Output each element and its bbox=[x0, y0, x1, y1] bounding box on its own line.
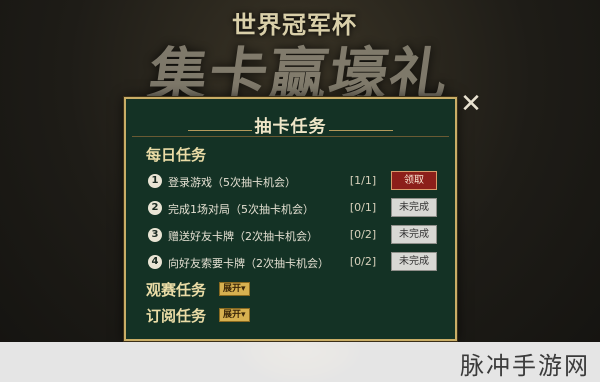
header-divider bbox=[132, 136, 449, 137]
task-row: 4 向好友索要卡牌（2次抽卡机会） [0/2] 未完成 bbox=[148, 252, 438, 272]
incomplete-button[interactable]: 未完成 bbox=[391, 252, 437, 271]
task-description: 完成1场对局（5次抽卡机会） bbox=[168, 203, 314, 216]
task-description: 向好友索要卡牌（2次抽卡机会） bbox=[168, 257, 329, 270]
task-progress: [0/2] bbox=[349, 255, 377, 268]
task-row: 1 登录游戏（5次抽卡机会） [1/1] 领取 bbox=[148, 171, 438, 191]
daily-tasks-header: 每日任务 bbox=[146, 146, 207, 164]
task-progress: [1/1] bbox=[349, 174, 377, 187]
expand-watch-toggle[interactable]: 展开▾ bbox=[219, 282, 250, 296]
task-description: 赠送好友卡牌（2次抽卡机会） bbox=[168, 230, 318, 243]
task-row: 3 赠送好友卡牌（2次抽卡机会） [0/2] 未完成 bbox=[148, 225, 438, 245]
claim-button[interactable]: 领取 bbox=[391, 171, 437, 190]
task-number-badge: 2 bbox=[148, 201, 162, 215]
task-row: 2 完成1场对局（5次抽卡机会） [0/1] 未完成 bbox=[148, 198, 438, 218]
task-number-badge: 3 bbox=[148, 228, 162, 242]
task-progress: [0/1] bbox=[349, 201, 377, 214]
title-divider-right bbox=[329, 130, 393, 131]
task-progress: [0/2] bbox=[349, 228, 377, 241]
watermark-text: 脉冲手游网 bbox=[460, 352, 590, 380]
task-panel: 抽卡任务 每日任务 1 登录游戏（5次抽卡机会） [1/1] 领取 2 完成1场… bbox=[124, 97, 457, 341]
incomplete-button[interactable]: 未完成 bbox=[391, 198, 437, 217]
close-icon[interactable]: ✕ bbox=[457, 90, 485, 118]
watch-tasks-header: 观赛任务 bbox=[146, 281, 207, 299]
panel-title: 抽卡任务 bbox=[254, 117, 327, 137]
task-description: 登录游戏（5次抽卡机会） bbox=[168, 176, 296, 189]
task-number-badge: 1 bbox=[148, 174, 162, 188]
subscribe-tasks-header: 订阅任务 bbox=[146, 307, 207, 325]
task-number-badge: 4 bbox=[148, 255, 162, 269]
incomplete-button[interactable]: 未完成 bbox=[391, 225, 437, 244]
expand-subscribe-toggle[interactable]: 展开▾ bbox=[219, 308, 250, 322]
